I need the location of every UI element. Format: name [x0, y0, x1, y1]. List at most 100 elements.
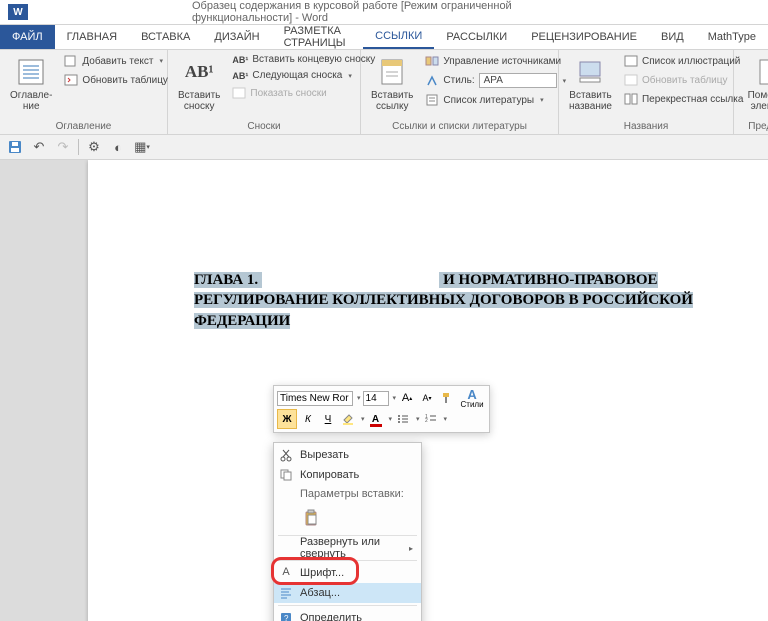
cross-reference-button[interactable]: Перекрестная ссылка — [620, 90, 747, 108]
insert-endnote-button[interactable]: AВ¹ Вставить концевую сноску — [228, 52, 379, 67]
footnote-icon: AB¹ — [183, 56, 215, 88]
tab-file[interactable]: ФАЙЛ — [0, 25, 55, 49]
clipboard-icon — [303, 509, 321, 527]
separator — [278, 560, 417, 561]
paste-keep-source-button[interactable] — [300, 506, 324, 530]
bibliography-icon — [425, 93, 439, 107]
group-toc-label: Оглавление — [0, 121, 167, 132]
highlight-button[interactable] — [339, 410, 357, 428]
toc-button[interactable]: Оглавле- ние — [6, 52, 56, 116]
format-painter-button[interactable] — [438, 389, 456, 407]
table-of-figures-button[interactable]: Список иллюстраций — [620, 52, 747, 70]
menu-expand-collapse[interactable]: Развернуть или свернуть ▸ — [274, 538, 421, 558]
insert-caption-button[interactable]: Вставить название — [565, 52, 616, 116]
menu-font[interactable]: A Шрифт... — [274, 563, 421, 583]
next-footnote-button[interactable]: АВ¹ Следующая сноска▾ — [228, 68, 379, 83]
numbering-button[interactable]: 12 — [422, 410, 440, 428]
citation-style-select[interactable]: APA — [479, 73, 557, 88]
svg-text:?: ? — [284, 614, 289, 621]
group-citations-label: Ссылки и списки литературы — [361, 121, 558, 132]
mark-entry-label: Пометить элемент — [744, 90, 768, 112]
figures-list-icon — [624, 54, 638, 68]
italic-button[interactable]: К — [299, 410, 317, 428]
separator — [278, 605, 417, 606]
group-captions: Вставить название Список иллюстраций Обн… — [559, 50, 734, 134]
tab-references[interactable]: ССЫЛКИ — [363, 25, 434, 49]
document-heading[interactable]: ГЛАВА 1. ПОНЯТИЕ, СУЩНОСТЬ И НОРМАТИВНО-… — [194, 270, 754, 331]
numbering-icon: 12 — [424, 412, 438, 426]
document-area[interactable]: ГЛАВА 1. ПОНЯТИЕ, СУЩНОСТЬ И НОРМАТИВНО-… — [0, 160, 768, 621]
mark-entry-icon: + — [754, 56, 768, 88]
font-size-select[interactable] — [363, 391, 389, 406]
chevron-down-icon: ▾ — [540, 96, 544, 104]
chevron-right-icon: ▸ — [409, 544, 413, 553]
tab-mathtype[interactable]: MathType — [696, 25, 768, 49]
context-menu: Вырезать Копировать Параметры вставки: Р… — [273, 442, 422, 621]
tab-view[interactable]: ВИД — [649, 25, 696, 49]
chevron-down-icon[interactable]: ▾ — [393, 394, 397, 402]
mark-entry-button[interactable]: + Пометить элемент — [740, 52, 768, 116]
show-notes-icon — [232, 86, 246, 100]
tab-home[interactable]: ГЛАВНАЯ — [55, 25, 129, 49]
save-button[interactable] — [6, 138, 24, 156]
chevron-down-icon[interactable]: ▾ — [389, 415, 393, 423]
font-family-select[interactable] — [277, 391, 353, 406]
menu-cut[interactable]: Вырезать — [274, 445, 421, 465]
highlight-icon — [341, 412, 355, 426]
menu-paste-header: Параметры вставки: — [274, 485, 421, 503]
contrast-button[interactable]: ◐ — [109, 138, 127, 156]
group-toc: Оглавле- ние Добавить текст▾ Обновить та… — [0, 50, 168, 134]
group-citations: Вставить ссылку Управление источниками С… — [361, 50, 559, 134]
chevron-down-icon[interactable]: ▾ — [416, 415, 420, 423]
paragraph-icon — [279, 586, 293, 600]
insert-caption-label: Вставить название — [569, 90, 612, 112]
bibliography-button[interactable]: Список литературы▾ — [421, 91, 570, 109]
insert-footnote-button[interactable]: AB¹ Вставить сноску — [174, 52, 224, 116]
format-painter-icon — [440, 391, 454, 405]
insert-citation-button[interactable]: Вставить ссылку — [367, 52, 417, 116]
style-icon — [425, 74, 439, 88]
show-footnotes-button: Показать сноски — [228, 84, 379, 102]
menu-paragraph[interactable]: Абзац... — [274, 583, 421, 603]
shrink-font-button[interactable]: A▾ — [418, 389, 436, 407]
tab-layout[interactable]: РАЗМЕТКА СТРАНИЦЫ — [272, 25, 364, 49]
settings-button[interactable]: ⚙ — [85, 138, 103, 156]
svg-text:2: 2 — [425, 418, 428, 424]
caption-icon — [574, 56, 606, 88]
chevron-down-icon[interactable]: ▾ — [361, 415, 365, 423]
undo-button[interactable]: ↶ — [30, 138, 48, 156]
citation-icon — [376, 56, 408, 88]
chevron-down-icon: ▾ — [160, 57, 164, 65]
font-color-button[interactable]: A — [367, 410, 385, 428]
bullets-button[interactable] — [394, 410, 412, 428]
group-captions-label: Названия — [559, 121, 733, 132]
paste-options — [274, 503, 421, 533]
tab-insert[interactable]: ВСТАВКА — [129, 25, 202, 49]
window-title: Образец содержания в курсовой работе [Ре… — [192, 0, 576, 24]
add-text-button[interactable]: Добавить текст▾ — [60, 52, 172, 70]
update-figures-button: Обновить таблицу — [620, 71, 747, 89]
tab-design[interactable]: ДИЗАЙН — [202, 25, 271, 49]
cut-icon — [279, 448, 293, 462]
more-button[interactable]: ▦▾ — [133, 138, 151, 156]
menu-copy[interactable]: Копировать — [274, 465, 421, 485]
chevron-down-icon[interactable]: ▾ — [444, 415, 448, 423]
save-icon — [8, 140, 22, 154]
insert-footnote-label: Вставить сноску — [178, 90, 220, 112]
manage-sources-button[interactable]: Управление источниками — [421, 52, 570, 70]
grow-font-button[interactable]: A▴ — [398, 389, 416, 407]
tab-mailings[interactable]: РАССЫЛКИ — [434, 25, 519, 49]
underline-button[interactable]: Ч — [319, 410, 337, 428]
separator — [78, 139, 79, 155]
bold-button[interactable]: Ж — [277, 409, 297, 429]
toc-icon — [15, 56, 47, 88]
chevron-down-icon[interactable]: ▾ — [357, 394, 361, 402]
menu-define[interactable]: ? Определить — [274, 608, 421, 621]
update-toc-button[interactable]: Обновить таблицу — [60, 71, 172, 89]
update-icon — [64, 73, 78, 87]
font-icon: A — [279, 566, 293, 580]
styles-button[interactable]: AСтили — [458, 389, 486, 407]
quick-access-toolbar: ↶ ↷ ⚙ ◐ ▦▾ — [0, 135, 768, 160]
tab-review[interactable]: РЕЦЕНЗИРОВАНИЕ — [519, 25, 649, 49]
mini-toolbar: ▾ ▾ A▴ A▾ AСтили Ж К Ч ▾ A▾ ▾ 12▾ — [273, 385, 490, 433]
